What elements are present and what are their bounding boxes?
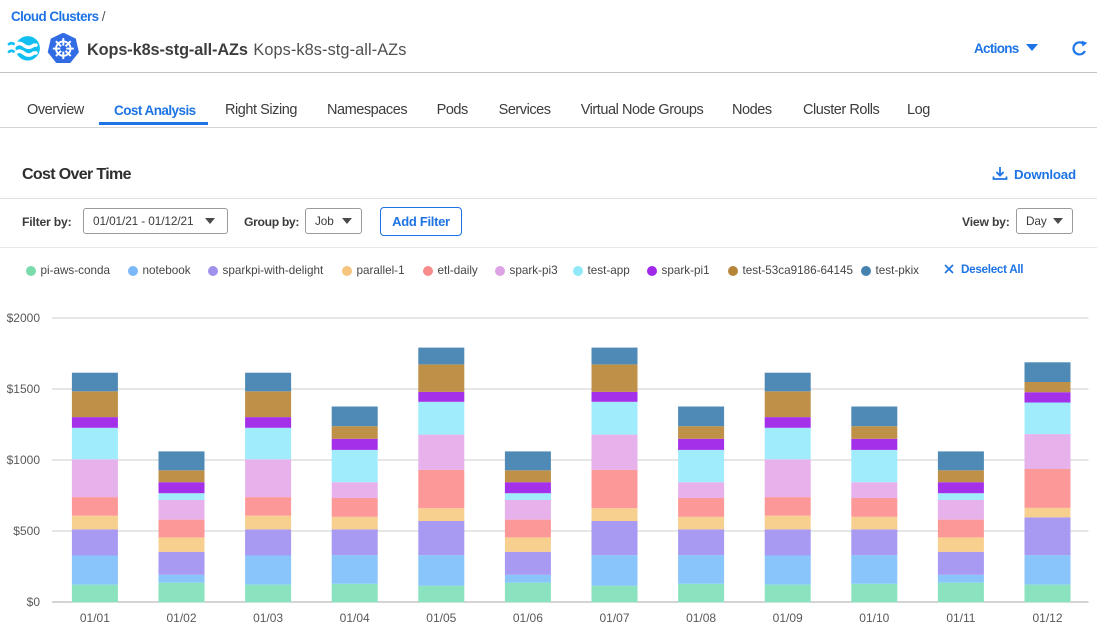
svg-text:01/10: 01/10 (859, 611, 889, 625)
svg-text:01/04: 01/04 (340, 611, 370, 625)
svg-text:$0: $0 (27, 595, 41, 609)
svg-text:01/03: 01/03 (253, 611, 283, 625)
svg-text:01/02: 01/02 (166, 611, 196, 625)
svg-text:$1000: $1000 (7, 453, 41, 467)
svg-text:01/11: 01/11 (946, 611, 975, 625)
svg-text:01/06: 01/06 (513, 611, 543, 625)
svg-text:01/09: 01/09 (773, 611, 803, 625)
svg-text:01/08: 01/08 (686, 611, 716, 625)
svg-text:$500: $500 (13, 524, 40, 538)
svg-text:$1500: $1500 (7, 382, 41, 396)
svg-text:$2000: $2000 (7, 311, 41, 325)
svg-text:01/12: 01/12 (1032, 611, 1062, 625)
svg-text:01/07: 01/07 (599, 611, 629, 625)
svg-text:01/05: 01/05 (426, 611, 456, 625)
svg-text:01/01: 01/01 (80, 611, 110, 625)
